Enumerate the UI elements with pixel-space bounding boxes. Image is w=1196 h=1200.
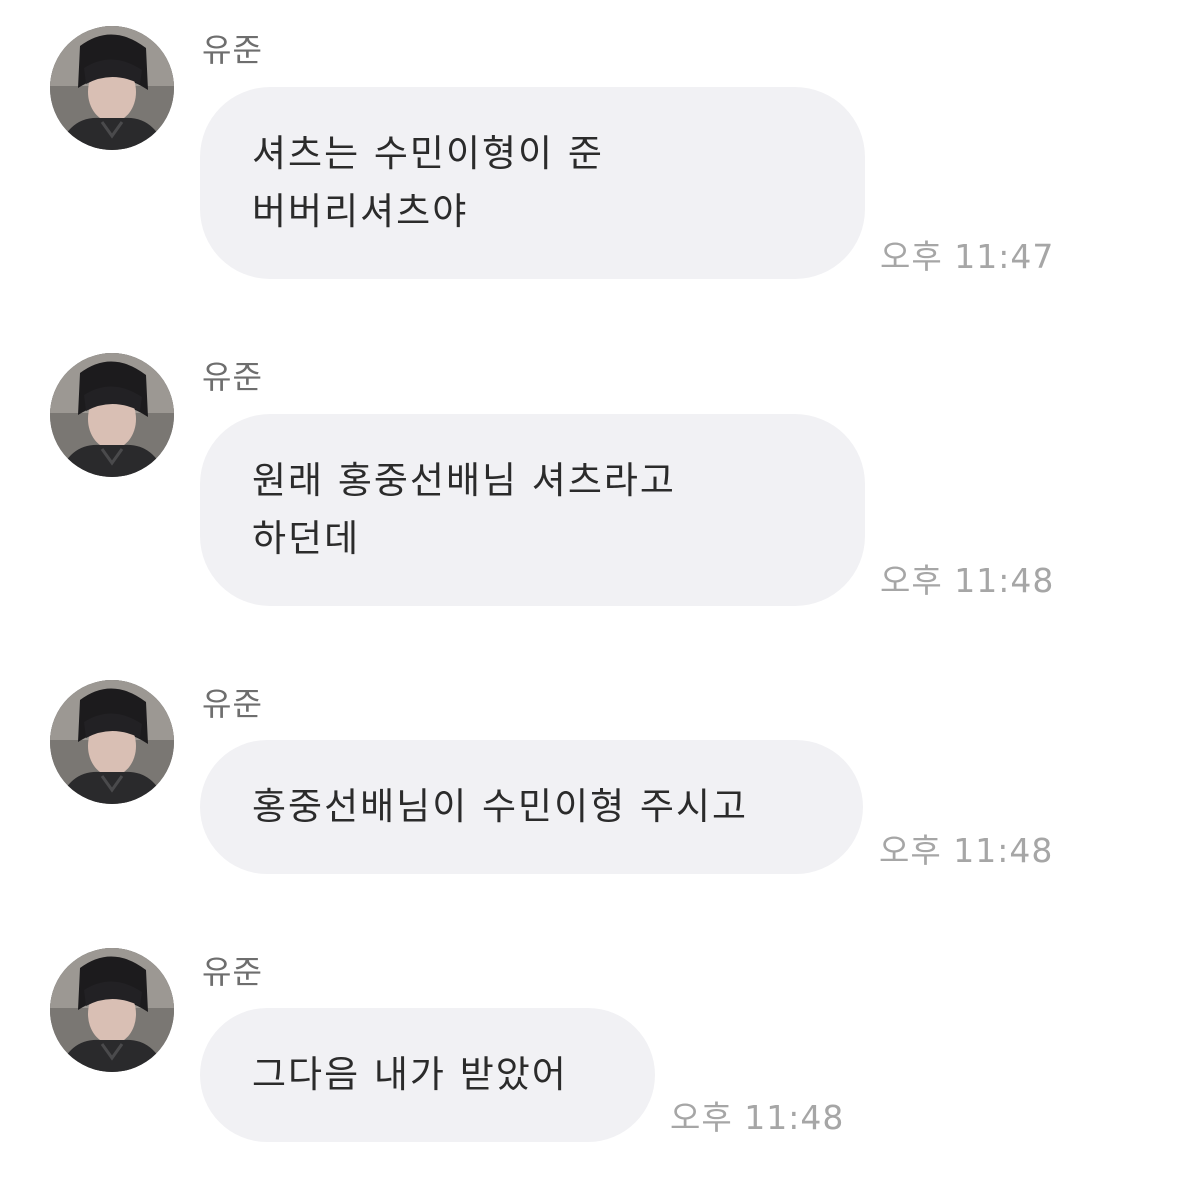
message-row: 유준 셔츠는 수민이형이 준 버버리셔츠야 오후 11:47 (0, 26, 1196, 286)
sender-name: 유준 (202, 953, 263, 991)
message-time: 오후 11:47 (880, 237, 1055, 276)
message-text: 홍중선배님이 수민이형 주시고 (252, 785, 749, 828)
message-bubble[interactable]: 그다음 내가 받았어 (200, 1008, 655, 1142)
profile-photo-icon (50, 948, 174, 1072)
avatar[interactable] (50, 353, 174, 477)
message-row: 유준 원래 홍중선배님 셔츠라고 하던데 오후 11:48 (0, 353, 1196, 613)
message-text: 셔츠는 수민이형이 준 (252, 132, 604, 175)
message-text: 그다음 내가 받았어 (252, 1053, 568, 1096)
sender-name: 유준 (202, 358, 263, 396)
profile-photo-icon (50, 353, 174, 477)
message-row: 유준 홍중선배님이 수민이형 주시고 오후 11:48 (0, 680, 1196, 880)
sender-name: 유준 (202, 685, 263, 723)
message-time: 오후 11:48 (670, 1098, 845, 1137)
profile-photo-icon (50, 680, 174, 804)
message-time: 오후 11:48 (879, 831, 1054, 870)
message-bubble[interactable]: 홍중선배님이 수민이형 주시고 (200, 740, 863, 874)
avatar[interactable] (50, 948, 174, 1072)
message-row: 유준 그다음 내가 받았어 오후 11:48 (0, 948, 1196, 1148)
sender-name: 유준 (202, 31, 263, 69)
profile-photo-icon (50, 26, 174, 150)
message-text: 버버리셔츠야 (252, 190, 469, 233)
avatar[interactable] (50, 680, 174, 804)
message-text: 하던데 (252, 517, 361, 560)
avatar[interactable] (50, 26, 174, 150)
message-bubble[interactable]: 셔츠는 수민이형이 준 버버리셔츠야 (200, 87, 865, 279)
message-time: 오후 11:48 (880, 561, 1055, 600)
message-bubble[interactable]: 원래 홍중선배님 셔츠라고 하던데 (200, 414, 865, 606)
message-text: 원래 홍중선배님 셔츠라고 (252, 459, 676, 502)
